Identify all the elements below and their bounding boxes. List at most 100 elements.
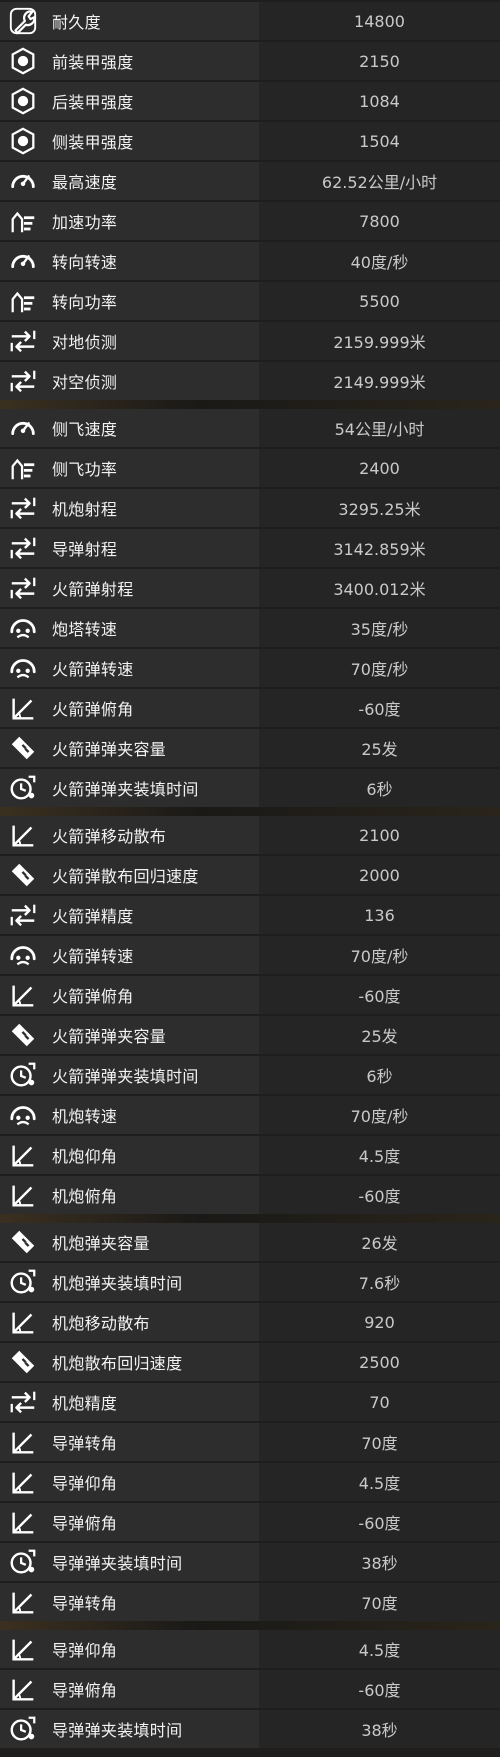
- stat-value: 40度/秒: [259, 242, 500, 280]
- angle-icon: [6, 1632, 40, 1666]
- angle-icon: [6, 1178, 40, 1212]
- stat-label: 火箭弹俯角: [52, 987, 134, 1006]
- stat-label: 加速功率: [52, 213, 118, 232]
- stat-value: 54公里/小时: [259, 409, 500, 447]
- stat-name-cell: 导弹仰角: [0, 1630, 259, 1668]
- stat-name-cell: 火箭弹弹夹装填时间: [0, 769, 259, 807]
- range-icon: [6, 324, 40, 358]
- stat-name-cell: 转向功率: [0, 282, 259, 320]
- stat-name-cell: 火箭弹移动散布: [0, 816, 259, 854]
- stat-row: 机炮射程 3295.25米: [0, 489, 500, 527]
- reload-timer-icon: [6, 1265, 40, 1299]
- reload-timer-icon: [6, 771, 40, 805]
- stat-row: 机炮散布回归速度 2500: [0, 1343, 500, 1381]
- stat-value: -60度: [259, 976, 500, 1014]
- stat-row: 火箭弹弹夹装填时间 6秒: [0, 769, 500, 807]
- stat-name-cell: 后装甲强度: [0, 82, 259, 120]
- stat-value: 4.5度: [259, 1463, 500, 1501]
- stat-name-cell: 导弹射程: [0, 529, 259, 567]
- stat-name-cell: 机炮弹夹容量: [0, 1223, 259, 1261]
- stat-name-cell: 导弹弹夹装填时间: [0, 1710, 259, 1748]
- magazine-icon: [6, 1018, 40, 1052]
- stat-row: 侧飞功率 2400: [0, 449, 500, 487]
- power-arrows-icon: [6, 204, 40, 238]
- stat-row: 对空侦测 2149.999米: [0, 362, 500, 400]
- stat-name-cell: 机炮仰角: [0, 1136, 259, 1174]
- stat-value: 2000: [259, 856, 500, 894]
- stat-row: 导弹俯角 -60度: [0, 1503, 500, 1541]
- stat-name-cell: 火箭弹射程: [0, 569, 259, 607]
- stat-name-cell: 炮塔转速: [0, 609, 259, 647]
- stat-row: 火箭弹散布回归速度 2000: [0, 856, 500, 894]
- stat-row: 耐久度 14800: [0, 2, 500, 40]
- reload-timer-icon: [6, 1712, 40, 1746]
- stat-row: 火箭弹弹夹容量 25发: [0, 729, 500, 767]
- stat-row: 导弹射程 3142.859米: [0, 529, 500, 567]
- stat-label: 火箭弹转速: [52, 660, 134, 679]
- stat-label: 炮塔转速: [52, 620, 118, 639]
- stat-value: -60度: [259, 1670, 500, 1708]
- stat-row: 转向转速 40度/秒: [0, 242, 500, 280]
- stat-row: 机炮转速 70度/秒: [0, 1096, 500, 1134]
- stat-value: 38秒: [259, 1543, 500, 1581]
- stat-label: 导弹俯角: [52, 1514, 118, 1533]
- stat-row: 转向功率 5500: [0, 282, 500, 320]
- stat-label: 机炮精度: [52, 1394, 118, 1413]
- angle-icon: [6, 1138, 40, 1172]
- range-icon: [6, 531, 40, 565]
- angle-icon: [6, 1305, 40, 1339]
- angle-icon: [6, 1425, 40, 1459]
- stat-row: 火箭弹精度 136: [0, 896, 500, 934]
- speedometer-icon: [6, 411, 40, 445]
- stat-value: 2100: [259, 816, 500, 854]
- stat-name-cell: 导弹转角: [0, 1423, 259, 1461]
- stat-value: 2150: [259, 42, 500, 80]
- stat-name-cell: 转向转速: [0, 242, 259, 280]
- stat-name-cell: 侧装甲强度: [0, 122, 259, 160]
- stat-name-cell: 导弹俯角: [0, 1670, 259, 1708]
- range-icon: [6, 364, 40, 398]
- stat-label: 前装甲强度: [52, 53, 134, 72]
- stat-value: -60度: [259, 1503, 500, 1541]
- stat-value: 70度: [259, 1423, 500, 1461]
- stat-label: 火箭弹弹夹装填时间: [52, 1067, 199, 1086]
- stat-name-cell: 火箭弹俯角: [0, 976, 259, 1014]
- range-icon: [6, 898, 40, 932]
- stat-row: 机炮精度 70: [0, 1383, 500, 1421]
- stat-value: 70度: [259, 1583, 500, 1621]
- stat-name-cell: 火箭弹俯角: [0, 689, 259, 727]
- stat-value: 1504: [259, 122, 500, 160]
- stat-value: 136: [259, 896, 500, 934]
- stat-label: 机炮俯角: [52, 1187, 118, 1206]
- stat-row: 机炮仰角 4.5度: [0, 1136, 500, 1174]
- stat-label: 转向功率: [52, 293, 118, 312]
- stat-name-cell: 机炮移动散布: [0, 1303, 259, 1341]
- stat-name-cell: 对空侦测: [0, 362, 259, 400]
- stat-value: 14800: [259, 2, 500, 40]
- range-icon: [6, 571, 40, 605]
- angle-icon: [6, 818, 40, 852]
- stat-value: 2400: [259, 449, 500, 487]
- range-icon: [6, 1385, 40, 1419]
- stat-row: 火箭弹转速 70度/秒: [0, 936, 500, 974]
- stat-name-cell: 前装甲强度: [0, 42, 259, 80]
- magazine-icon: [6, 858, 40, 892]
- reload-timer-icon: [6, 1545, 40, 1579]
- turret-speed-icon: [6, 611, 40, 645]
- stat-label: 机炮弹夹装填时间: [52, 1274, 183, 1293]
- stat-label: 对地侦测: [52, 333, 118, 352]
- stat-row: 导弹仰角 4.5度: [0, 1630, 500, 1668]
- stat-row: 火箭弹俯角 -60度: [0, 976, 500, 1014]
- reload-timer-icon: [6, 1058, 40, 1092]
- stat-value: 70度/秒: [259, 1096, 500, 1134]
- angle-icon: [6, 1585, 40, 1619]
- stat-value: 2149.999米: [259, 362, 500, 400]
- stat-name-cell: 导弹俯角: [0, 1503, 259, 1541]
- stat-row: 加速功率 7800: [0, 202, 500, 240]
- stat-name-cell: 侧飞速度: [0, 409, 259, 447]
- stat-value: 25发: [259, 729, 500, 767]
- turret-speed-icon: [6, 1098, 40, 1132]
- magazine-icon: [6, 1345, 40, 1379]
- stat-value: 920: [259, 1303, 500, 1341]
- stat-name-cell: 对地侦测: [0, 322, 259, 360]
